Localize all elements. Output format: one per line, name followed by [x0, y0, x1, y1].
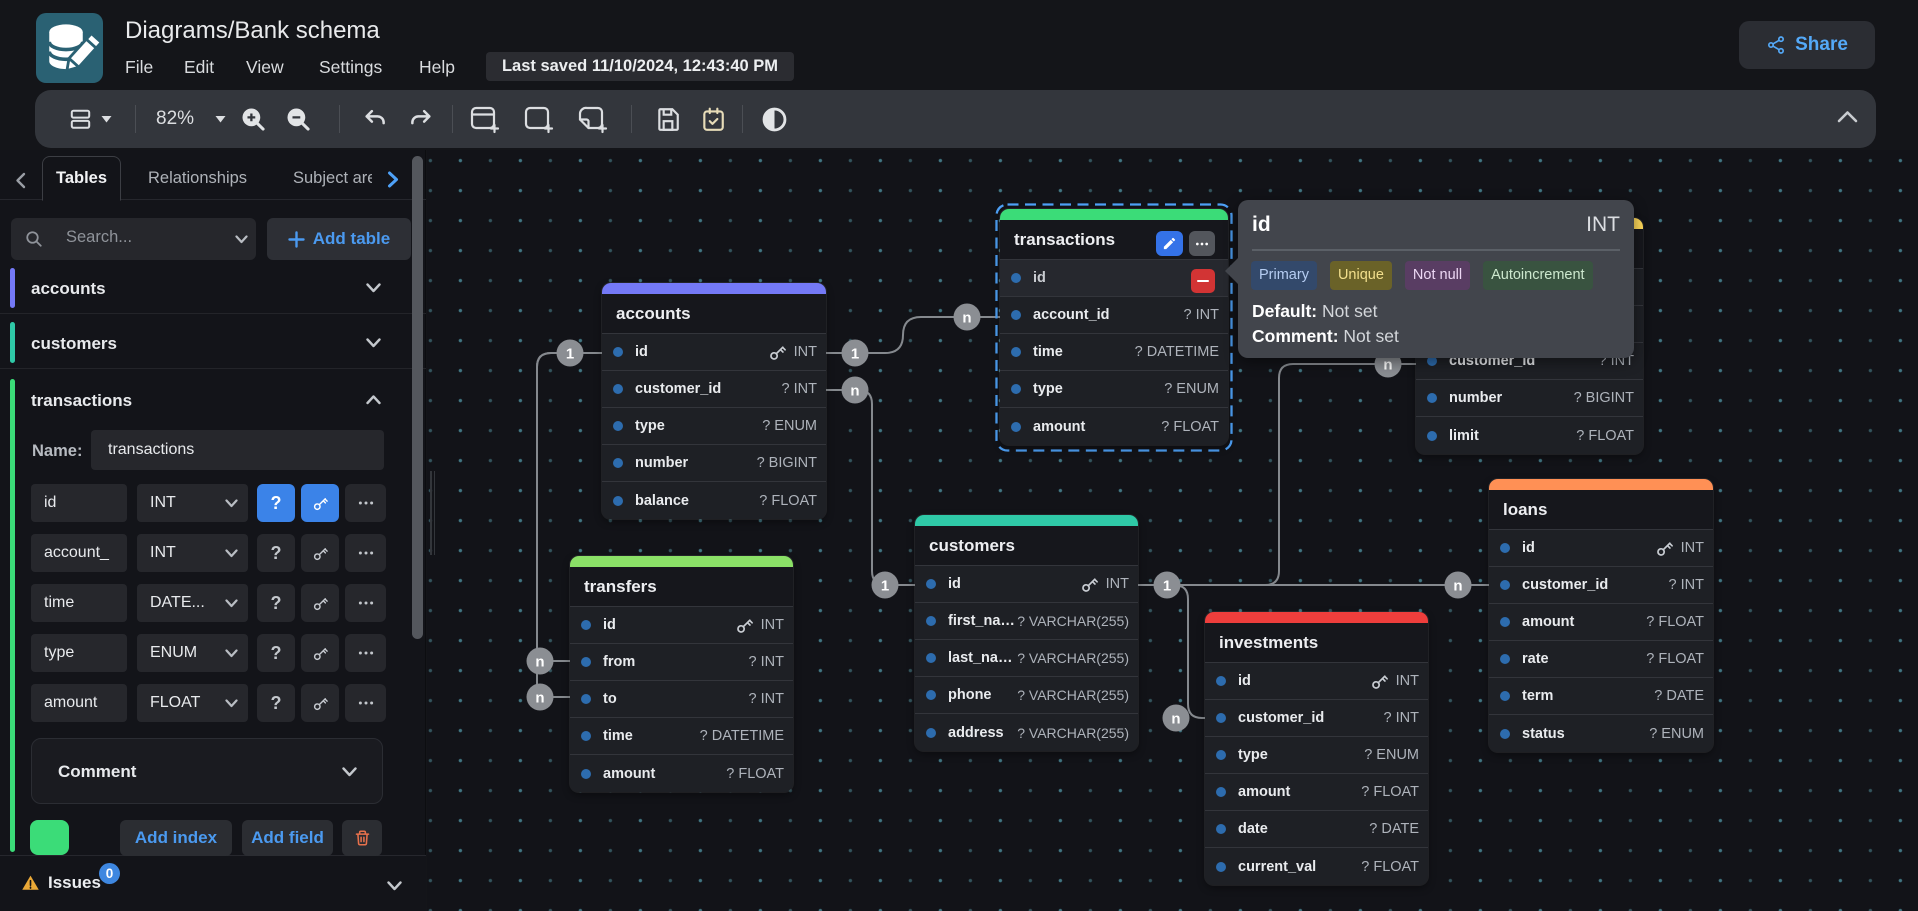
svg-text:n: n — [850, 383, 859, 400]
svg-text:n: n — [1171, 711, 1180, 728]
svg-text:1: 1 — [1163, 578, 1171, 595]
svg-text:1: 1 — [851, 346, 859, 363]
svg-text:n: n — [1453, 578, 1462, 595]
svg-text:n: n — [962, 310, 971, 327]
svg-text:1: 1 — [566, 346, 574, 363]
svg-text:1: 1 — [881, 578, 889, 595]
svg-text:n: n — [535, 690, 544, 707]
svg-text:n: n — [535, 654, 544, 671]
svg-text:n: n — [1383, 357, 1392, 374]
